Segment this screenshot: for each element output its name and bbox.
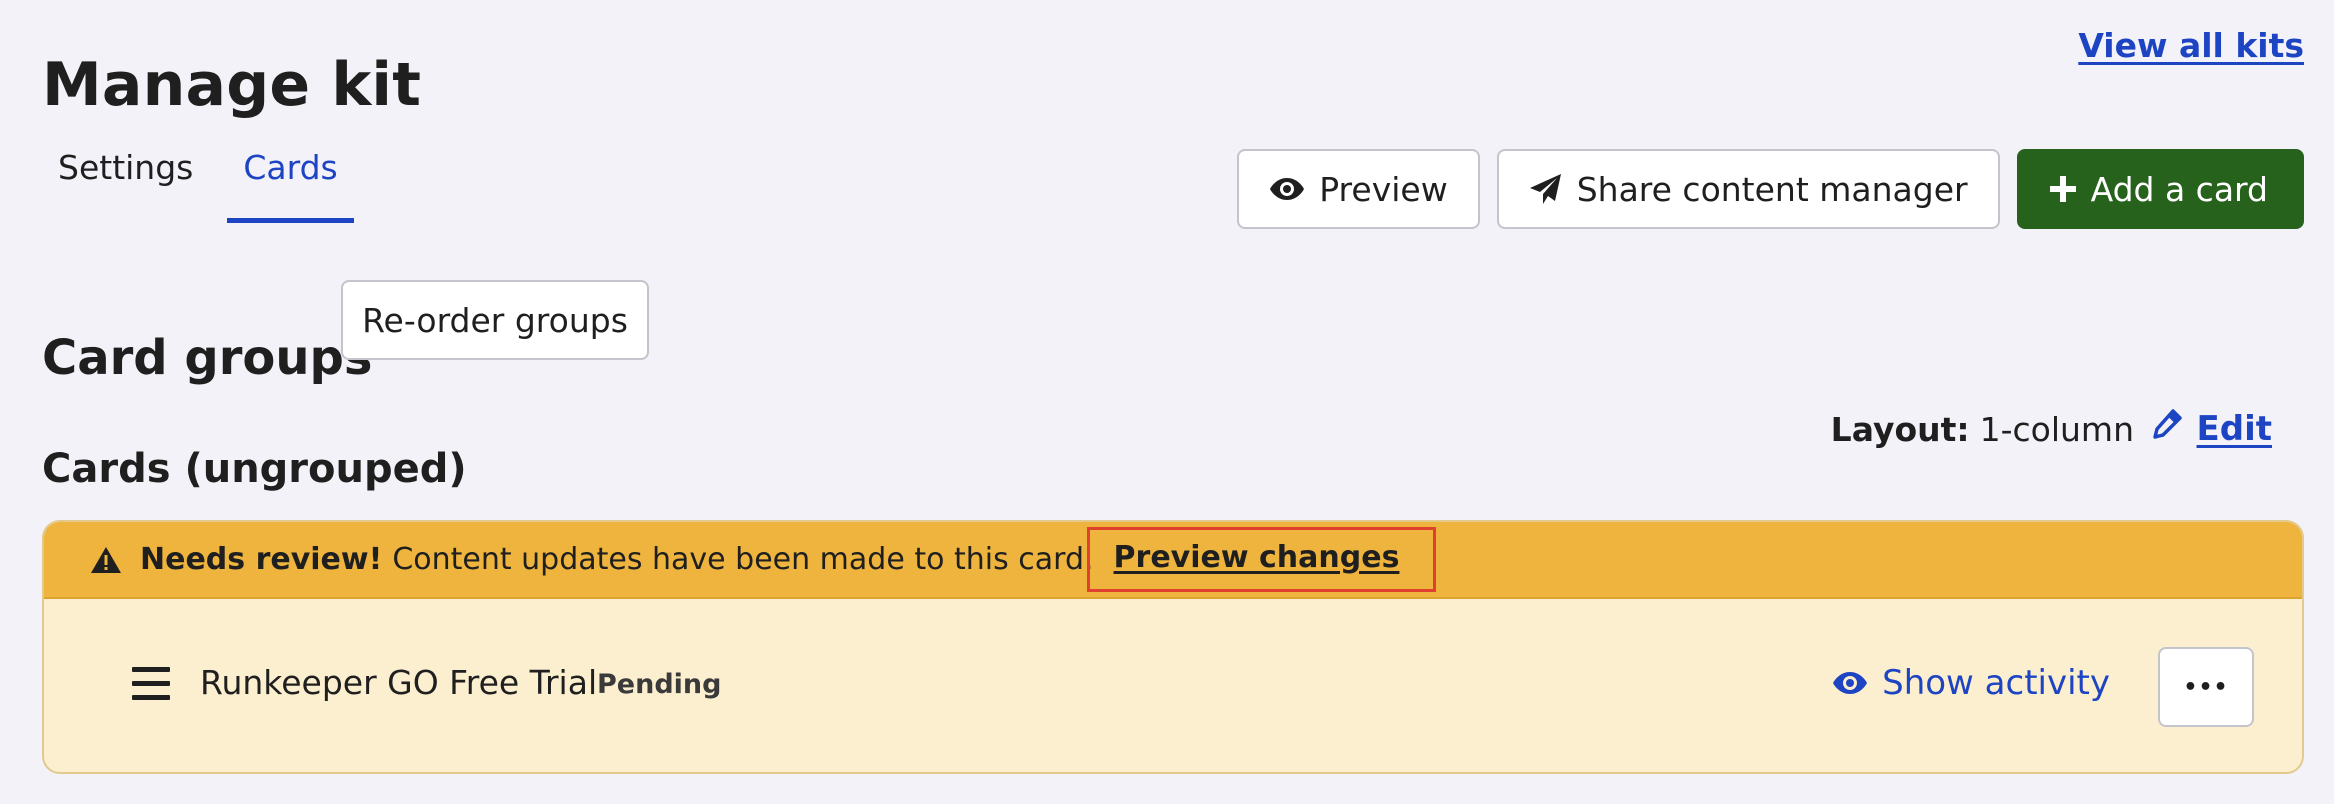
eye-icon — [1832, 670, 1868, 696]
paper-plane-icon — [1529, 173, 1563, 205]
show-activity-link[interactable]: Show activity — [1832, 663, 2110, 703]
warning-icon — [90, 546, 122, 574]
more-options-button[interactable]: ••• — [2158, 647, 2254, 727]
tab-cards[interactable]: Cards — [227, 146, 354, 223]
tab-settings[interactable]: Settings — [42, 146, 209, 218]
add-card-button[interactable]: Add a card — [2016, 149, 2304, 229]
view-all-kits-link[interactable]: View all kits — [2078, 26, 2304, 65]
card-name[interactable]: Runkeeper GO Free Trial — [200, 663, 597, 702]
show-activity-label: Show activity — [1882, 663, 2110, 703]
reorder-groups-button[interactable]: Re-order groups — [341, 280, 649, 360]
preview-button[interactable]: Preview — [1237, 149, 1480, 229]
edit-label: Edit — [2196, 408, 2272, 449]
eye-icon — [1269, 176, 1305, 202]
preview-button-label: Preview — [1319, 169, 1448, 209]
alert-message: Content updates have been made to this c… — [392, 542, 1094, 577]
ungrouped-cards-heading: Cards (ungrouped) — [42, 446, 467, 492]
pencil-icon — [2151, 408, 2183, 449]
layout-value: 1-column — [1979, 410, 2134, 449]
needs-review-alert: Needs review! Content updates have been … — [44, 522, 2302, 599]
layout-info: Layout: 1-column — [1831, 410, 2134, 449]
card-groups-heading: Card groups — [42, 329, 373, 386]
hamburger-icon[interactable] — [132, 667, 170, 705]
alert-title: Needs review! — [140, 542, 383, 577]
plus-icon — [2049, 175, 2077, 203]
page-title: Manage kit — [42, 50, 422, 121]
add-card-label: Add a card — [2090, 169, 2268, 209]
card-item: Needs review! Content updates have been … — [42, 520, 2304, 774]
status-badge: Pending — [597, 669, 722, 700]
share-button-label: Share content manager — [1576, 169, 1968, 209]
ellipsis-icon: ••• — [2183, 674, 2229, 700]
tab-bar: Settings Cards — [42, 146, 372, 223]
toolbar: Preview Share content manager Add a card — [1237, 149, 2304, 229]
share-content-manager-button[interactable]: Share content manager — [1496, 149, 2000, 229]
edit-layout-link[interactable]: Edit — [2151, 408, 2272, 449]
preview-changes-link[interactable]: Preview changes — [1086, 527, 1437, 592]
layout-label: Layout: — [1830, 410, 1970, 449]
card-row: Runkeeper GO Free Trial Pending Show act… — [44, 599, 2302, 772]
